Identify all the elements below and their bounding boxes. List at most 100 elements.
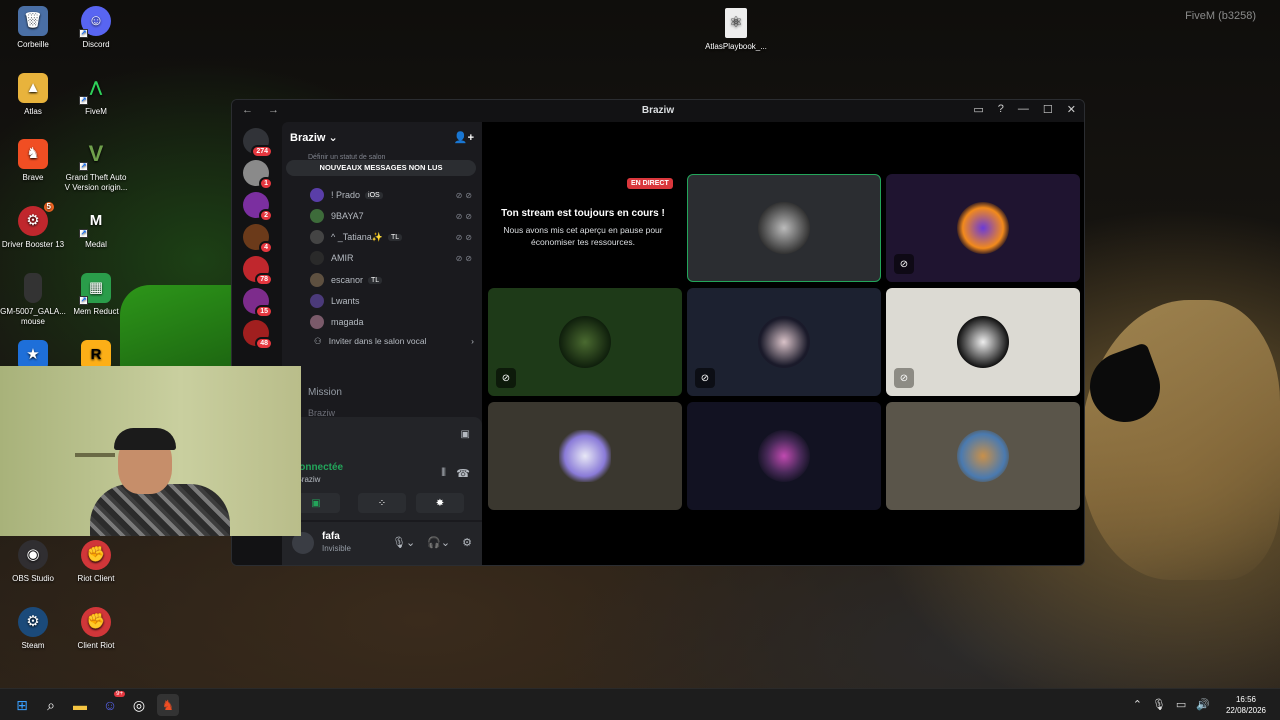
- chevron-up-icon[interactable]: ⌃: [1133, 698, 1142, 711]
- mem-reduct-icon: ▦ ↗: [79, 273, 111, 305]
- maximize-icon[interactable]: ☐: [1043, 103, 1053, 116]
- desktop-icon-atlas[interactable]: ▲ Atlas: [0, 73, 66, 117]
- user-tag: TL: [368, 276, 383, 284]
- mute-deafen-icon: ⊘⊘: [455, 232, 475, 242]
- add-user-icon: ⚇: [314, 336, 322, 346]
- voice-stage: EN DIRECT Ton stream est toujours en cou…: [482, 122, 1084, 565]
- user-status: Invisible: [322, 544, 351, 553]
- desktop-icon-atlas-playbook[interactable]: ⚛ AtlasPlaybook_...: [703, 8, 769, 52]
- discord-taskbar-icon[interactable]: ☺ 9+: [99, 691, 125, 716]
- microphone-icon[interactable]: 🎙⌄: [392, 536, 415, 549]
- guild-icon[interactable]: 1: [243, 160, 273, 190]
- desktop-icon-label: Grand Theft Auto V Version origin...: [64, 173, 128, 192]
- gta-icon: V ↗: [79, 141, 104, 171]
- disconnect-icon[interactable]: ☎: [456, 467, 470, 480]
- user-tag: TL: [387, 233, 403, 241]
- taskbar: ⊞ ⌕ ▬ ☺ 9+ ◎ ♞ ⌃ 🎙 ▭ 🔊 16:56 22/08/2026: [0, 688, 1280, 720]
- invite-to-voice[interactable]: ⚇ Inviter dans le salon vocal ›: [314, 336, 474, 347]
- desktop-icon-riot-client[interactable]: ✊ Riot Client: [63, 540, 129, 584]
- voice-user[interactable]: ! Prado iOS ⊘⊘: [310, 186, 475, 204]
- stream-paused-subtitle: Nous avons mis cet aperçu en pause pour …: [503, 225, 663, 247]
- voice-user-name: escanor: [331, 275, 364, 285]
- participant-tile[interactable]: ⊘: [687, 288, 881, 396]
- muted-icon: ⊘: [894, 254, 914, 274]
- noise-suppression-icon[interactable]: ⦀: [441, 467, 446, 480]
- avatar: [310, 294, 324, 308]
- guild-icon[interactable]: 4: [243, 224, 273, 254]
- desktop-icon-mouse[interactable]: GM-5007_GALA... mouse: [0, 273, 66, 327]
- voice-user[interactable]: Lwants: [310, 292, 475, 310]
- server-header[interactable]: Braziw ⌄ 👤+: [282, 122, 482, 152]
- desktop-icon-gta[interactable]: V ↗ Grand Theft Auto V Version origin...: [63, 139, 129, 193]
- voice-user[interactable]: AMIR ⊘⊘: [310, 249, 475, 267]
- settings-icon[interactable]: ⚙: [462, 536, 472, 549]
- screen-share-icon[interactable]: ▣: [461, 429, 470, 440]
- activities-button[interactable]: ⁘: [358, 493, 406, 513]
- close-icon[interactable]: ✕: [1067, 103, 1076, 116]
- minimize-icon[interactable]: —: [1018, 103, 1029, 116]
- guild-badge: 4: [259, 241, 273, 254]
- brave-icon: ♞: [18, 139, 48, 169]
- voice-user[interactable]: escanor TL: [310, 271, 475, 289]
- desktop-icon-label: Mem Reduct: [73, 307, 119, 316]
- new-messages-banner[interactable]: NOUVEAUX MESSAGES NON LUS: [286, 160, 476, 176]
- desktop-icon-obs[interactable]: ◉ OBS Studio: [0, 540, 66, 584]
- desktop-icon-fivem[interactable]: ⋀ ↗ FiveM: [63, 73, 129, 117]
- window-controls: ▭ ? — ☐ ✕: [973, 103, 1076, 116]
- steam-icon: ⚙: [18, 607, 48, 637]
- mouse-icon: [24, 273, 42, 303]
- search-icon[interactable]: ⌕: [40, 694, 62, 716]
- clock[interactable]: 16:56 22/08/2026: [1226, 694, 1266, 716]
- desktop-icon-corbeille[interactable]: 🗑 Corbeille: [0, 6, 66, 50]
- file-explorer-icon[interactable]: ▬: [69, 694, 91, 716]
- participant-tile[interactable]: ⊘: [886, 288, 1080, 396]
- desktop-icon-brave[interactable]: ♞ Brave: [0, 139, 66, 183]
- desktop-icon-client-riot[interactable]: ✊ Client Riot: [63, 607, 129, 651]
- desktop-icon-discord[interactable]: ☺ ↗ Discord: [63, 6, 129, 50]
- desktop-icon-steam[interactable]: ⚙ Steam: [0, 607, 66, 651]
- headphones-icon[interactable]: 🎧⌄: [427, 536, 450, 549]
- inbox-icon[interactable]: ▭: [973, 103, 983, 116]
- brave-taskbar-icon[interactable]: ♞: [157, 694, 179, 716]
- chevron-right-icon: ›: [471, 336, 474, 346]
- desktop-icon-mem-reduct[interactable]: ▦ ↗ Mem Reduct: [63, 273, 129, 317]
- live-badge: EN DIRECT: [627, 178, 673, 189]
- guild-icon[interactable]: 48: [243, 320, 273, 350]
- avatar: [559, 430, 611, 482]
- desktop-icon-label: FiveM: [85, 107, 107, 116]
- microphone-icon[interactable]: 🎙: [1152, 698, 1166, 711]
- channel-mission[interactable]: Mission: [308, 387, 342, 398]
- participant-tile[interactable]: [886, 402, 1080, 510]
- participant-tile[interactable]: ⊘: [488, 288, 682, 396]
- user-tag: iOS: [365, 191, 383, 199]
- soundboard-button[interactable]: ✸: [416, 493, 464, 513]
- clock-time: 16:56: [1235, 695, 1256, 704]
- voice-user[interactable]: magada: [310, 313, 475, 331]
- desktop-icon-label: Corbeille: [17, 40, 49, 49]
- voice-user[interactable]: 9BAYA7 ⊘⊘: [310, 207, 475, 225]
- desktop-icon-label: AtlasPlaybook_...: [705, 42, 767, 51]
- guild-icon[interactable]: 2: [243, 192, 273, 222]
- network-icon[interactable]: ▭: [1176, 698, 1186, 711]
- dm-home-icon[interactable]: 274: [243, 128, 273, 158]
- participant-tile[interactable]: ⊘: [886, 174, 1080, 282]
- wallpaper-character: [1080, 300, 1280, 580]
- volume-icon[interactable]: 🔊: [1196, 698, 1210, 711]
- fivem-taskbar-icon[interactable]: ◎: [128, 694, 150, 716]
- guild-icon[interactable]: 15: [243, 288, 273, 318]
- desktop-icon-driver-booster[interactable]: ⚙ 5 Driver Booster 13: [0, 202, 66, 250]
- voice-user[interactable]: ^ _Tatiana✨ TL ⊘⊘: [310, 228, 475, 246]
- voice-user-name: AMIR: [331, 253, 354, 263]
- help-icon[interactable]: ?: [998, 103, 1004, 116]
- webcam-person-body: [90, 484, 230, 536]
- participant-tile[interactable]: [687, 174, 881, 282]
- guild-icon[interactable]: 78: [243, 256, 273, 286]
- add-friend-icon[interactable]: 👤+: [454, 131, 474, 144]
- desktop-icon-label: Steam: [21, 641, 45, 650]
- start-icon[interactable]: ⊞: [11, 694, 33, 716]
- desktop-icon-label: Medal: [85, 240, 107, 249]
- participant-tile[interactable]: [687, 402, 881, 510]
- voice-user-name: Lwants: [331, 296, 360, 306]
- participant-tile[interactable]: [488, 402, 682, 510]
- desktop-icon-medal[interactable]: M ↗ Medal: [63, 206, 129, 250]
